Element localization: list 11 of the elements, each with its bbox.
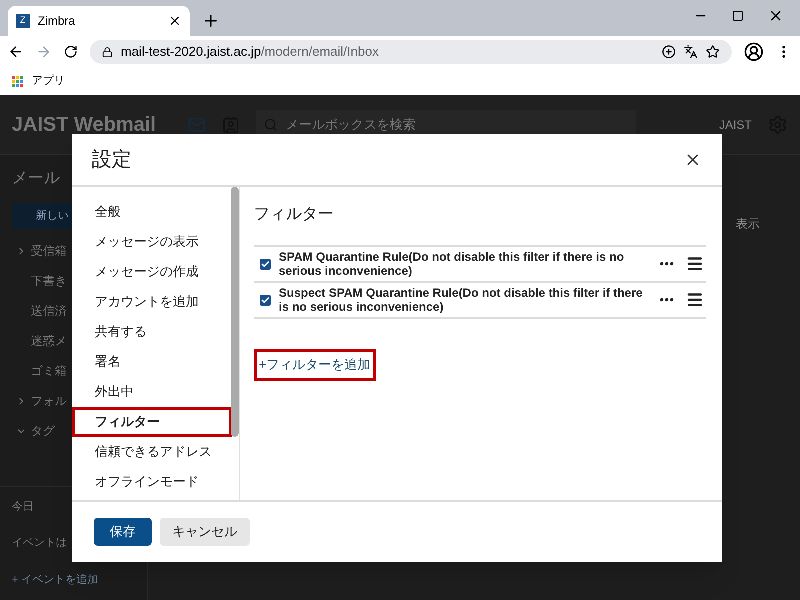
url-text: mail-test-2020.jaist.ac.jp/modern/email/Inbox [121, 43, 379, 62]
dialog-title: 設定 [92, 148, 133, 172]
favicon: Z [16, 14, 30, 28]
tab-title: Zimbra [38, 13, 76, 30]
filter-name: Suspect SPAM Quarantine Rule(Do not disable this filter if there is no serious inconvenience) [279, 286, 644, 314]
today-label: 今日 [12, 500, 34, 514]
section-title: フィルター [254, 205, 335, 225]
sidebar-heading: メール [12, 169, 60, 189]
empty-events-text: イベントは [12, 536, 67, 551]
filter-name: SPAM Quarantine Rule(Do not disable this filter if there is no serious inconvenience) [279, 250, 626, 278]
app-logo: JAIST Webmail [12, 112, 158, 138]
